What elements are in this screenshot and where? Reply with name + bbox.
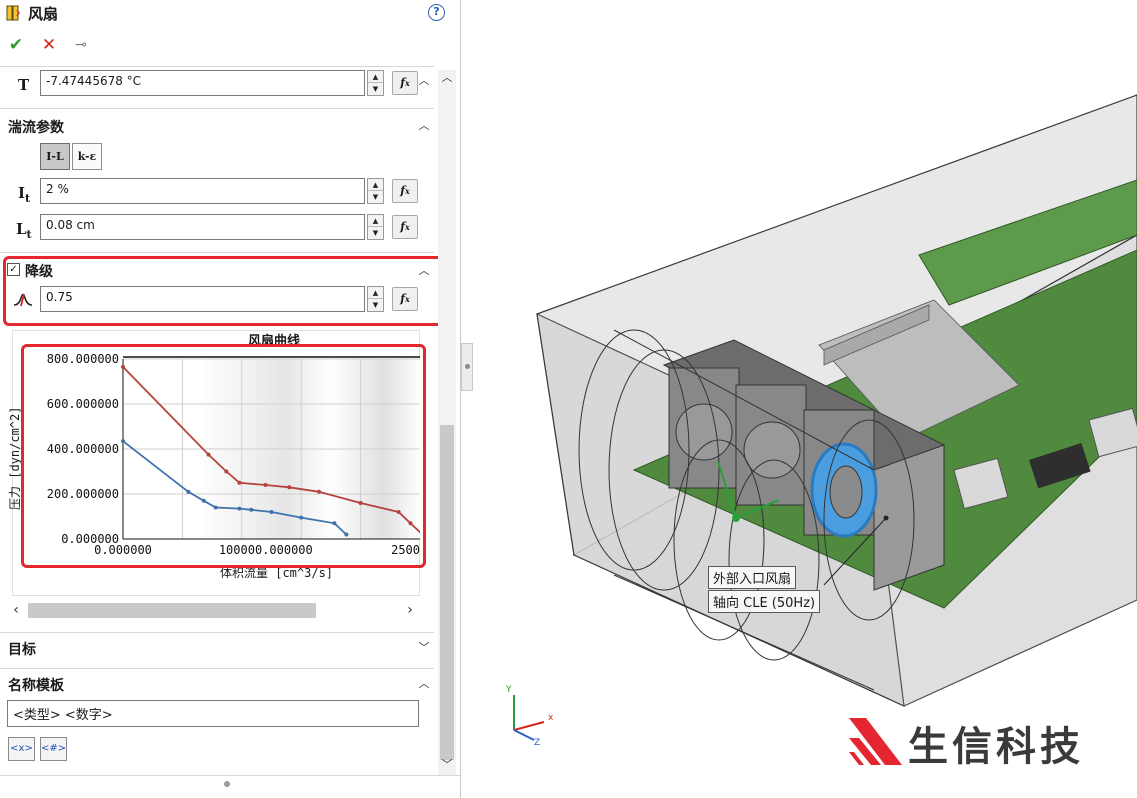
divider [0, 668, 434, 669]
insert-type-button[interactable]: <x> [8, 737, 35, 761]
scroll-right-icon[interactable]: › [402, 601, 418, 619]
name-template-section-title: 名称模板 [8, 678, 64, 694]
intensity-field[interactable]: 2 % [40, 178, 365, 204]
resize-grip-icon[interactable] [224, 781, 230, 787]
chevron-up-icon[interactable]: ︿ [417, 264, 431, 278]
property-panel: 风扇 ? ✔ ✕ ⊸ T -7.47445678 °C ▲ ▼ fx ︿ 湍流参… [0, 0, 461, 798]
panel-header: 风扇 ? [0, 0, 455, 28]
cancel-button[interactable]: ✕ [39, 34, 59, 56]
spin-up-icon[interactable]: ▲ [368, 179, 383, 191]
spin-down-icon[interactable]: ▼ [368, 227, 383, 239]
scrollbar-thumb[interactable] [28, 603, 316, 618]
temperature-label: T [18, 76, 30, 94]
chart-horizontal-scrollbar[interactable]: ‹ › [8, 600, 420, 620]
highlight-box-chart [21, 344, 426, 568]
panel-title: 风扇 [28, 5, 59, 23]
help-icon[interactable]: ? [428, 4, 445, 21]
spin-down-icon[interactable]: ▼ [368, 299, 383, 311]
scroll-left-icon[interactable]: ‹ [8, 601, 24, 619]
tooltip-fan-type: 轴向 CLE (50Hz) [708, 590, 821, 613]
divider [0, 775, 460, 776]
pin-button[interactable]: ⊸ [71, 34, 91, 56]
ok-button[interactable]: ✔ [6, 34, 26, 56]
name-template-field[interactable]: <类型> <数字> [7, 700, 419, 727]
triad-z-label: Z [534, 738, 540, 748]
intensity-spinner[interactable]: ▲ ▼ [367, 178, 384, 204]
derating-curve-icon [13, 293, 33, 307]
insert-number-button[interactable]: <#> [40, 737, 67, 761]
k-epsilon-toggle[interactable]: k-ε [72, 143, 102, 170]
panel-vertical-scrollbar[interactable]: ︿ ﹀ [438, 70, 456, 775]
fan-feature-icon [6, 5, 20, 21]
scroll-down-icon[interactable]: ﹀ [438, 757, 456, 773]
graphics-viewport[interactable]: Y x Z 外部入口风扇 轴向 CLE (50Hz) 生信科技 [474, 0, 1137, 798]
derating-checkbox[interactable]: ✓ [7, 263, 20, 276]
spin-up-icon[interactable]: ▲ [368, 287, 383, 299]
scroll-up-icon[interactable]: ︿ [438, 70, 456, 86]
brand-logo-text: 生信科技 [908, 724, 1084, 770]
tooltip-fan-name: 外部入口风扇 [708, 566, 797, 589]
intensity-fx-button[interactable]: fx [392, 179, 418, 203]
panel-collapse-handle[interactable] [461, 343, 473, 391]
divider [0, 252, 434, 253]
turbulence-section-title: 湍流参数 [8, 120, 64, 136]
spin-down-icon[interactable]: ▼ [368, 83, 383, 95]
length-fx-button[interactable]: fx [392, 215, 418, 239]
derating-section-title: 降级 [25, 264, 53, 280]
app-window: 风扇 ? ✔ ✕ ⊸ T -7.47445678 °C ▲ ▼ fx ︿ 湍流参… [0, 0, 1137, 798]
length-label: Lt [16, 220, 32, 241]
intensity-length-toggle[interactable]: I-L [40, 143, 70, 170]
chevron-down-icon[interactable]: ﹀ [417, 641, 431, 655]
electronics-enclosure-model[interactable]: Y x Z [474, 0, 1137, 798]
length-field[interactable]: 0.08 cm [40, 214, 365, 240]
chevron-up-icon[interactable]: ︿ [417, 74, 431, 88]
temperature-fx-button[interactable]: fx [392, 71, 418, 95]
derating-fx-button[interactable]: fx [392, 287, 418, 311]
goals-section-title: 目标 [8, 642, 36, 658]
triad-y-label: Y [505, 685, 512, 695]
chevron-up-icon[interactable]: ︿ [417, 119, 431, 133]
derating-spinner[interactable]: ▲ ▼ [367, 286, 384, 312]
intensity-label: It [18, 184, 31, 205]
view-triad-icon [513, 695, 545, 741]
temperature-spinner[interactable]: ▲ ▼ [367, 70, 384, 96]
triad-x-label: x [548, 713, 554, 723]
spin-up-icon[interactable]: ▲ [368, 71, 383, 83]
temperature-field[interactable]: -7.47445678 °C [40, 70, 365, 96]
spin-up-icon[interactable]: ▲ [368, 215, 383, 227]
divider [0, 632, 434, 633]
brand-logo-icon [849, 718, 902, 765]
spin-down-icon[interactable]: ▼ [368, 191, 383, 203]
scrollbar-thumb[interactable] [440, 425, 454, 760]
derating-field[interactable]: 0.75 [40, 286, 365, 312]
divider [0, 108, 434, 109]
chevron-up-icon[interactable]: ︿ [417, 677, 431, 691]
divider [0, 66, 434, 67]
length-spinner[interactable]: ▲ ▼ [367, 214, 384, 240]
